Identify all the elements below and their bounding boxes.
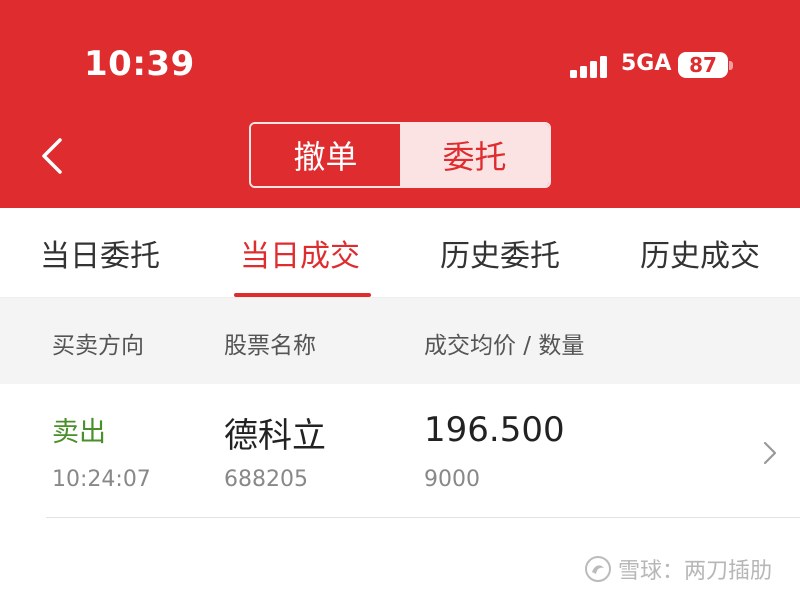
- deal-price: 196.500: [424, 410, 565, 450]
- chevron-right-icon: [763, 441, 777, 465]
- column-price-qty: 成交均价 / 数量: [424, 333, 585, 359]
- row-divider: [46, 517, 800, 518]
- header-bar: 10:39 5GA 87 撤单 委托: [0, 0, 800, 208]
- segment-cancel-order[interactable]: 撤单: [251, 124, 400, 186]
- trade-screen: 10:39 5GA 87 撤单 委托 当日委托 当日成交 历史委托 历史成交 买…: [0, 0, 800, 594]
- segment-control: 撤单 委托: [249, 122, 551, 188]
- stock-code: 688205: [224, 467, 308, 492]
- deal-quantity: 9000: [424, 467, 480, 492]
- active-tab-indicator: [234, 293, 371, 297]
- trade-time: 10:24:07: [52, 467, 151, 492]
- tab-today-deals[interactable]: 当日成交: [200, 208, 400, 298]
- status-time: 10:39: [84, 44, 195, 84]
- chevron-left-icon: [42, 138, 62, 174]
- tab-history-orders[interactable]: 历史委托: [400, 208, 600, 298]
- list-item[interactable]: 卖出 10:24:07 德科立 688205 196.500 9000: [0, 384, 800, 518]
- trade-direction: 卖出: [52, 417, 106, 448]
- stock-name: 德科立: [224, 416, 326, 456]
- watermark-text: 雪球：两刀插肋: [618, 559, 773, 584]
- tab-today-orders[interactable]: 当日委托: [0, 208, 200, 298]
- column-header: 买卖方向 股票名称 成交均价 / 数量: [0, 298, 800, 384]
- back-button[interactable]: [30, 130, 74, 182]
- watermark: 雪球：两刀插肋: [584, 553, 772, 585]
- signal-icon: [570, 54, 610, 78]
- tab-history-deals[interactable]: 历史成交: [600, 208, 800, 298]
- tab-bar: 当日委托 当日成交 历史委托 历史成交: [0, 208, 800, 298]
- battery-tip: [729, 61, 733, 70]
- snowball-logo: [585, 556, 611, 582]
- battery-level: 87: [689, 53, 717, 77]
- column-direction: 买卖方向: [52, 333, 144, 359]
- network-type: 5GA: [621, 51, 672, 76]
- battery-icon: 87: [678, 52, 728, 78]
- segment-entrust[interactable]: 委托: [400, 124, 549, 186]
- column-stock: 股票名称: [224, 333, 316, 359]
